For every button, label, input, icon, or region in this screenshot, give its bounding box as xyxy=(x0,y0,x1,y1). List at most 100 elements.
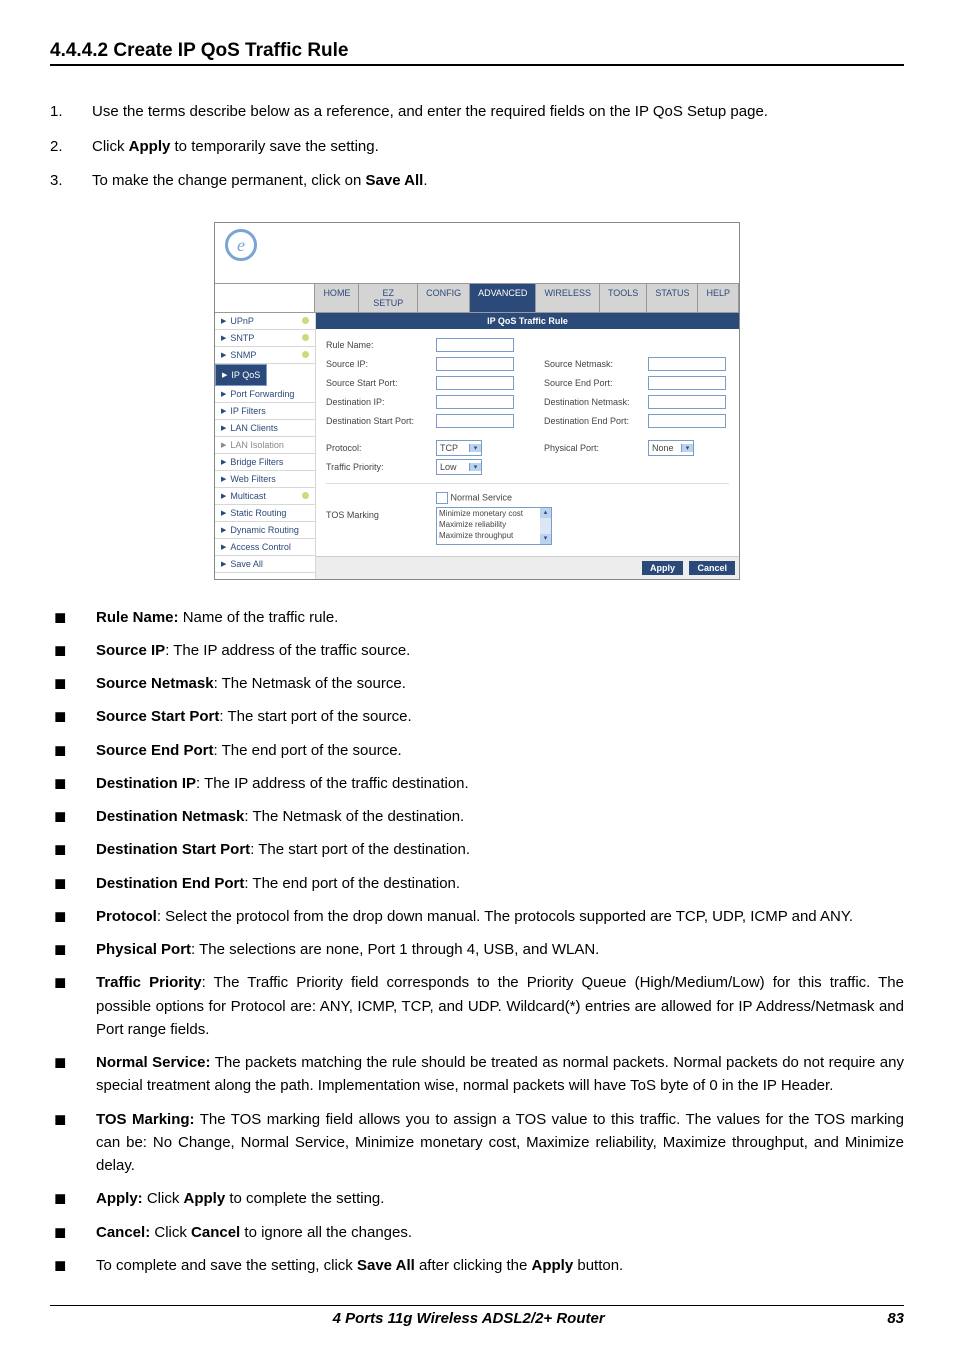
chevron-down-icon: ▾ xyxy=(469,463,481,471)
dest-start-label: Destination Start Port: xyxy=(326,416,436,426)
step-number: 1. xyxy=(50,98,92,127)
tab-help[interactable]: HELP xyxy=(698,284,739,312)
source-netmask-label: Source Netmask: xyxy=(544,359,648,369)
tab-wireless[interactable]: WIRELESS xyxy=(536,284,600,312)
dest-netmask-label: Destination Netmask: xyxy=(544,397,648,407)
rule-name-input[interactable] xyxy=(436,338,514,352)
sidebar-item-lan-clients[interactable]: ▶LAN Clients xyxy=(215,420,315,437)
bullet-icon: ◼ xyxy=(50,606,96,629)
bullet-icon: ◼ xyxy=(50,1187,96,1210)
arrow-icon: ▶ xyxy=(221,390,226,398)
sidebar-item-access-control[interactable]: ▶Access Control xyxy=(215,539,315,556)
ordered-steps: 1.Use the terms describe below as a refe… xyxy=(50,98,904,196)
traffic-priority-select[interactable]: Low▾ xyxy=(436,459,482,475)
physical-port-select[interactable]: None▾ xyxy=(648,440,694,456)
sidebar-item-ip-filters[interactable]: ▶IP Filters xyxy=(215,403,315,420)
sidebar-item-bridge-filters[interactable]: ▶Bridge Filters xyxy=(215,454,315,471)
arrow-icon: ▶ xyxy=(221,475,226,483)
chevron-down-icon: ▾ xyxy=(681,444,693,452)
logo-icon: e xyxy=(225,229,257,261)
sidebar-item-upnp[interactable]: ▶UPnP xyxy=(215,313,315,330)
definition-text: Physical Port: The selections are none, … xyxy=(96,938,904,961)
tos-option[interactable]: Maximize reliability xyxy=(437,519,551,530)
section-title: 4.4.4.2 Create IP QoS Traffic Rule xyxy=(50,40,904,66)
definition-text: Source Start Port: The start port of the… xyxy=(96,705,904,728)
page-number: 83 xyxy=(887,1310,904,1327)
normal-service-label: Normal Service xyxy=(451,492,513,502)
step-text: Use the terms describe below as a refere… xyxy=(92,98,904,127)
definition-text: Traffic Priority: The Traffic Priority f… xyxy=(96,971,904,1041)
bullet-icon: ◼ xyxy=(50,1221,96,1244)
sidebar-item-port-forwarding[interactable]: ▶Port Forwarding xyxy=(215,386,315,403)
normal-service-checkbox[interactable] xyxy=(436,492,448,504)
source-ip-input[interactable] xyxy=(436,357,514,371)
arrow-icon: ▶ xyxy=(221,492,226,500)
arrow-icon: ▶ xyxy=(221,317,226,325)
tab-home[interactable]: HOME xyxy=(315,284,359,312)
definition-text: TOS Marking: The TOS marking field allow… xyxy=(96,1108,904,1178)
step-number: 2. xyxy=(50,133,92,162)
arrow-icon: ▶ xyxy=(221,458,226,466)
bullet-icon: ◼ xyxy=(50,805,96,828)
bullet-icon: ◼ xyxy=(50,739,96,762)
status-dot-icon xyxy=(302,492,309,499)
status-dot-icon xyxy=(302,317,309,324)
definition-text: Source Netmask: The Netmask of the sourc… xyxy=(96,672,904,695)
tab-status[interactable]: STATUS xyxy=(647,284,698,312)
arrow-icon: ▶ xyxy=(221,543,226,551)
bullet-icon: ◼ xyxy=(50,1051,96,1098)
arrow-icon: ▶ xyxy=(221,560,226,568)
sidebar-item-web-filters[interactable]: ▶Web Filters xyxy=(215,471,315,488)
cancel-button[interactable]: Cancel xyxy=(689,561,735,575)
source-netmask-input[interactable] xyxy=(648,357,726,371)
tab-ez-setup[interactable]: EZ SETUP xyxy=(359,284,418,312)
scroll-up-icon[interactable]: ▴ xyxy=(540,508,551,518)
definition-text: To complete and save the setting, click … xyxy=(96,1254,904,1277)
scroll-down-icon[interactable]: ▾ xyxy=(540,534,551,544)
status-dot-icon xyxy=(302,351,309,358)
tab-tools[interactable]: TOOLS xyxy=(600,284,647,312)
definition-text: Cancel: Click Cancel to ignore all the c… xyxy=(96,1221,904,1244)
sidebar-item-multicast[interactable]: ▶Multicast xyxy=(215,488,315,505)
sidebar-item-dynamic-routing[interactable]: ▶Dynamic Routing xyxy=(215,522,315,539)
sidebar-item-static-routing[interactable]: ▶Static Routing xyxy=(215,505,315,522)
dest-start-input[interactable] xyxy=(436,414,514,428)
tos-marking-label: TOS Marking xyxy=(326,492,436,520)
bullet-icon: ◼ xyxy=(50,905,96,928)
apply-button[interactable]: Apply xyxy=(642,561,683,575)
sidebar-item-sntp[interactable]: ▶SNTP xyxy=(215,330,315,347)
definition-text: Protocol: Select the protocol from the d… xyxy=(96,905,904,928)
source-start-label: Source Start Port: xyxy=(326,378,436,388)
sidebar-item-lan-isolation[interactable]: ▶LAN Isolation xyxy=(215,437,315,454)
arrow-icon: ▶ xyxy=(221,407,226,415)
main-panel: IP QoS Traffic Rule Rule Name: Source IP… xyxy=(316,313,739,579)
dest-end-input[interactable] xyxy=(648,414,726,428)
arrow-icon: ▶ xyxy=(221,509,226,517)
arrow-icon: ▶ xyxy=(221,334,226,342)
chevron-down-icon: ▾ xyxy=(469,444,481,452)
dest-ip-input[interactable] xyxy=(436,395,514,409)
source-end-label: Source End Port: xyxy=(544,378,648,388)
dest-netmask-input[interactable] xyxy=(648,395,726,409)
protocol-label: Protocol: xyxy=(326,443,436,453)
tab-config[interactable]: CONFIG xyxy=(418,284,470,312)
arrow-icon: ▶ xyxy=(221,441,226,449)
tos-option[interactable]: Maximize throughput xyxy=(437,530,551,541)
sidebar-item-snmp[interactable]: ▶SNMP xyxy=(215,347,315,364)
footer-title: 4 Ports 11g Wireless ADSL2/2+ Router xyxy=(50,1310,887,1327)
sidebar-item-save-all[interactable]: ▶Save All xyxy=(215,556,315,573)
protocol-select[interactable]: TCP▾ xyxy=(436,440,482,456)
sidebar-item-ip-qos[interactable]: ▶IP QoS xyxy=(215,364,267,386)
bullet-icon: ◼ xyxy=(50,672,96,695)
bullet-icon: ◼ xyxy=(50,639,96,662)
bullet-icon: ◼ xyxy=(50,971,96,1041)
tos-option[interactable]: Minimize monetary cost xyxy=(437,508,551,519)
dest-ip-label: Destination IP: xyxy=(326,397,436,407)
step-text: To make the change permanent, click on S… xyxy=(92,167,904,196)
tos-list[interactable]: Minimize monetary costMaximize reliabili… xyxy=(436,507,552,545)
bullet-icon: ◼ xyxy=(50,772,96,795)
source-start-input[interactable] xyxy=(436,376,514,390)
tab-advanced[interactable]: ADVANCED xyxy=(470,284,536,312)
definition-text: Normal Service: The packets matching the… xyxy=(96,1051,904,1098)
source-end-input[interactable] xyxy=(648,376,726,390)
